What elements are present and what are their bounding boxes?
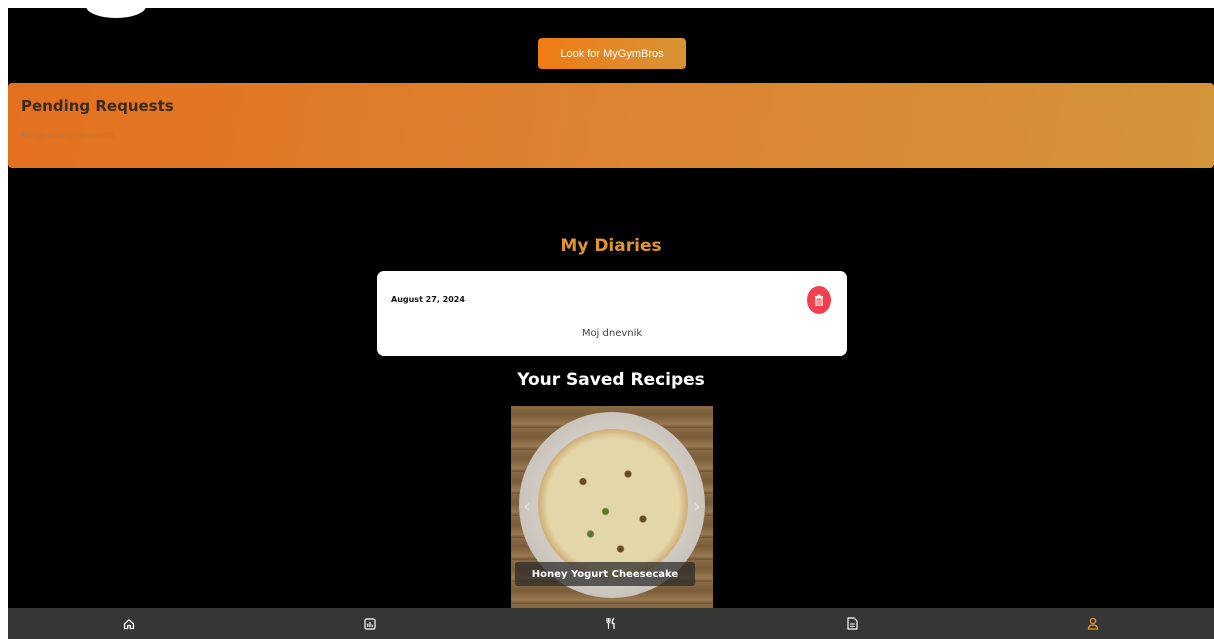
app-frame: Look for MyGymBros Pending Requests No p… (8, 8, 1214, 639)
recipe-carousel[interactable]: ‹ › Honey Yogurt Cheesecake (511, 406, 713, 610)
nav-home[interactable] (8, 608, 249, 639)
recipe-image-food (538, 429, 688, 579)
decorative-blob (86, 8, 146, 18)
nav-stats[interactable] (249, 608, 490, 639)
delete-diary-button[interactable] (807, 286, 831, 314)
my-diaries-heading: My Diaries (560, 236, 662, 256)
carousel-next-icon[interactable]: › (689, 494, 705, 518)
diary-date: August 27, 2024 (391, 295, 465, 304)
stats-icon (364, 617, 376, 630)
nav-profile[interactable] (973, 608, 1214, 639)
trash-icon (815, 294, 823, 306)
carousel-prev-icon[interactable]: ‹ (519, 494, 535, 518)
home-icon (123, 618, 134, 629)
diary-title: Moj dnevnik (581, 328, 643, 339)
nav-diary[interactable] (732, 608, 973, 639)
pending-requests-title: Pending Requests (21, 97, 174, 115)
recipe-name: Honey Yogurt Cheesecake (515, 562, 695, 586)
nav-recipes[interactable] (490, 608, 731, 639)
fork-knife-icon (606, 617, 615, 629)
pending-requests-empty-text: No pending requests. (21, 131, 118, 141)
pending-requests-panel: Pending Requests No pending requests. (8, 83, 1214, 168)
bottom-nav (8, 608, 1214, 639)
saved-recipes-heading: Your Saved Recipes (517, 370, 705, 390)
look-for-mygymbros-button[interactable]: Look for MyGymBros (538, 38, 686, 69)
user-icon (1088, 617, 1099, 630)
diary-card[interactable]: August 27, 2024 Moj dnevnik (377, 271, 847, 356)
document-icon (847, 617, 858, 630)
